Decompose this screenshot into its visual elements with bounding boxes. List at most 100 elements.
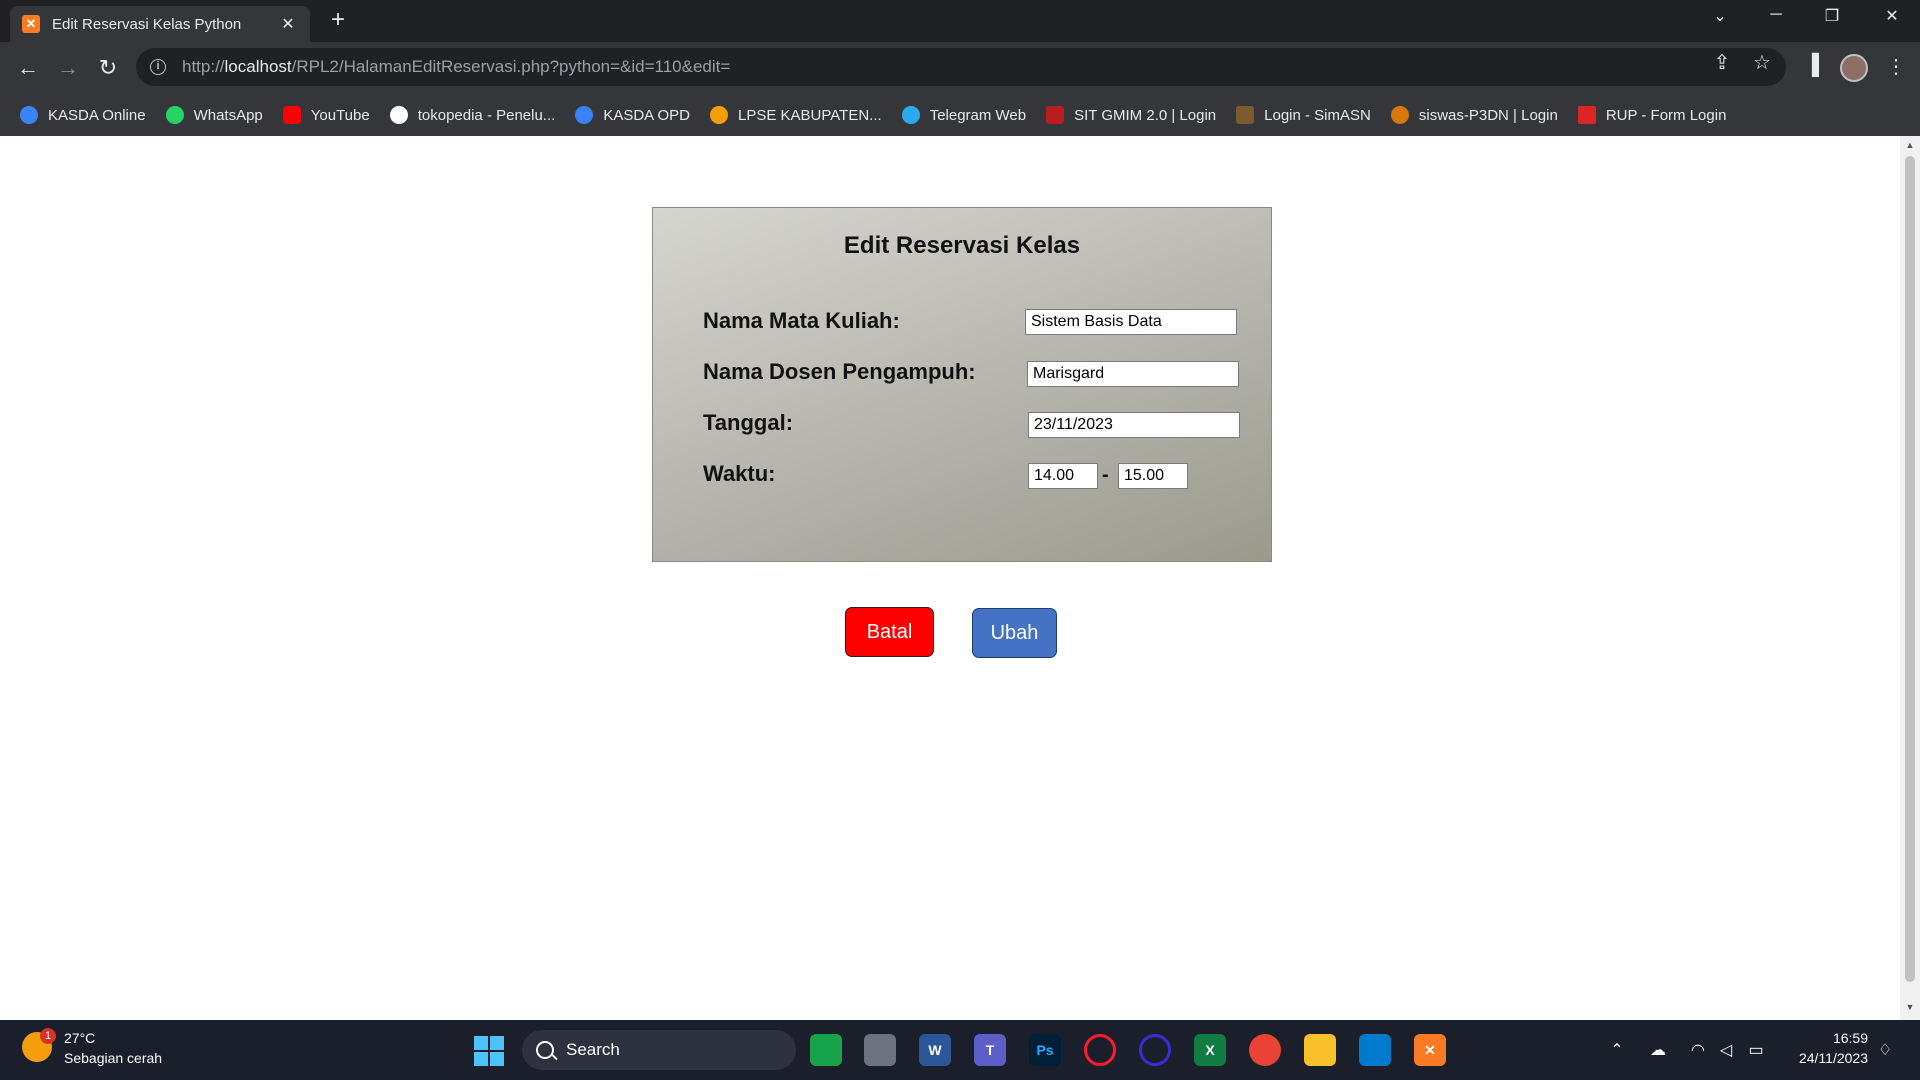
whatsapp-icon (165, 106, 184, 124)
tab-strip: ✕ Edit Reservasi Kelas Python ✕ + ⌄ ─ ❐ … (0, 0, 1920, 42)
weather-badge: 1 (40, 1028, 56, 1044)
bookmark-star-icon[interactable]: ☆ (1748, 50, 1776, 75)
kasda-icon (575, 106, 594, 124)
mata-kuliah-input[interactable] (1025, 309, 1237, 335)
dosen-label: Nama Dosen Pengampuh: (703, 359, 976, 384)
youtube-icon (282, 106, 301, 124)
vscode-icon[interactable] (1359, 1034, 1391, 1066)
close-window-icon[interactable]: ✕ (1872, 6, 1912, 26)
taskbar-search[interactable]: Search (522, 1030, 796, 1070)
page-scrollbar[interactable]: ▲ ▼ (1900, 136, 1920, 1020)
bookmark-lpse[interactable]: LPSE KABUPATEN... (710, 106, 882, 124)
share-icon[interactable]: ⇪ (1708, 50, 1736, 75)
back-icon[interactable]: ← (14, 54, 42, 82)
restore-icon[interactable]: ❐ (1812, 6, 1852, 26)
bookmark-tokopedia[interactable]: tokopedia - Penelu... (389, 106, 556, 124)
tanggal-input[interactable] (1028, 412, 1240, 438)
tray-chevron-icon[interactable]: ⌃ (1606, 1040, 1628, 1060)
bookmark-youtube[interactable]: YouTube (282, 106, 370, 124)
windows-taskbar: 1 27°C Sebagian cerah Search W T Ps X ✕ … (0, 1020, 1920, 1080)
bookmark-sit-gmim[interactable]: SIT GMIM 2.0 | Login (1046, 106, 1216, 124)
bookmark-label: KASDA OPD (603, 106, 691, 124)
telegram-icon (901, 106, 920, 124)
search-label: Search (566, 1040, 620, 1059)
bookmarks-bar: KASDA Online WhatsApp YouTube tokopedia … (0, 94, 1920, 136)
chrome-icon[interactable] (1249, 1034, 1281, 1066)
tab-title: Edit Reservasi Kelas Python (52, 15, 242, 33)
tab-search-icon[interactable]: ⌄ (1700, 6, 1740, 26)
clock-time[interactable]: 16:59 (1780, 1030, 1868, 1046)
minimize-icon[interactable]: ─ (1756, 6, 1796, 24)
bookmark-whatsapp[interactable]: WhatsApp (165, 106, 263, 124)
opera-icon[interactable] (1084, 1034, 1116, 1066)
waktu-start-input[interactable] (1028, 463, 1098, 489)
dosen-input[interactable] (1027, 361, 1239, 387)
waktu-separator: - (1102, 464, 1109, 486)
edit-reservation-form: Edit Reservasi Kelas Nama Mata Kuliah: N… (652, 207, 1272, 562)
scroll-thumb[interactable] (1905, 156, 1915, 982)
volume-icon[interactable]: ◁ (1715, 1040, 1737, 1060)
bookmark-label: KASDA Online (48, 106, 146, 124)
file-explorer-icon[interactable] (1304, 1034, 1336, 1066)
google-icon (389, 106, 408, 124)
simasn-icon (1236, 106, 1255, 124)
weather-temperature[interactable]: 27°C (64, 1030, 95, 1046)
notification-bell-icon[interactable]: ♢ (1874, 1040, 1896, 1060)
teams-icon[interactable]: T (974, 1034, 1006, 1066)
scroll-down-icon[interactable]: ▼ (1905, 1002, 1915, 1012)
task-view-icon[interactable] (864, 1034, 896, 1066)
menu-kebab-icon[interactable]: ⋮ (1882, 54, 1910, 82)
batal-button[interactable]: Batal (845, 607, 934, 657)
bookmark-label: LPSE KABUPATEN... (738, 106, 882, 124)
profile-avatar[interactable] (1840, 54, 1868, 82)
side-panel-icon[interactable]: ▐ (1798, 54, 1826, 82)
bookmark-rup[interactable]: RUP - Form Login (1577, 106, 1727, 124)
tab-close-icon[interactable]: ✕ (278, 14, 298, 34)
scroll-up-icon[interactable]: ▲ (1905, 140, 1915, 150)
bookmark-siswas[interactable]: siswas-P3DN | Login (1390, 106, 1558, 124)
bookmark-label: RUP - Form Login (1605, 106, 1727, 124)
weather-description[interactable]: Sebagian cerah (64, 1050, 162, 1066)
mata-kuliah-label: Nama Mata Kuliah: (703, 308, 900, 333)
site-info-icon[interactable]: i (150, 59, 166, 75)
bookmark-label: SIT GMIM 2.0 | Login (1074, 106, 1217, 124)
tab-active[interactable]: ✕ Edit Reservasi Kelas Python ✕ (10, 6, 310, 42)
forward-icon[interactable]: → (54, 54, 82, 82)
bookmark-kasda-opd[interactable]: KASDA OPD (575, 106, 690, 124)
clock-date[interactable]: 24/11/2023 (1780, 1050, 1868, 1066)
bookmark-label: Login - SimASN (1264, 106, 1371, 124)
url-path: /RPL2/HalamanEditReservasi.php?python=&i… (291, 57, 731, 76)
waktu-label: Waktu: (703, 461, 776, 486)
ubah-button[interactable]: Ubah (972, 608, 1057, 658)
bookmark-kasda-online[interactable]: KASDA Online (20, 106, 146, 124)
photoshop-icon[interactable]: Ps (1029, 1034, 1061, 1066)
opera-gx-icon[interactable] (1139, 1034, 1171, 1066)
search-icon (536, 1041, 554, 1059)
battery-icon[interactable]: ▭ (1745, 1040, 1767, 1060)
bookmark-label: tokopedia - Penelu... (417, 106, 556, 124)
xampp-icon[interactable]: ✕ (1414, 1034, 1446, 1066)
bookmark-label: YouTube (310, 106, 370, 124)
excel-icon[interactable]: X (1194, 1034, 1226, 1066)
word-icon[interactable]: W (919, 1034, 951, 1066)
browser-toolbar: ← → ↻ i http://localhost/RPL2/HalamanEdi… (0, 42, 1920, 94)
waktu-end-input[interactable] (1118, 463, 1188, 489)
rup-icon (1577, 106, 1596, 124)
tanggal-label: Tanggal: (703, 410, 794, 435)
onedrive-icon[interactable]: ☁ (1647, 1040, 1669, 1060)
bookmark-label: siswas-P3DN | Login (1418, 106, 1558, 124)
windows-start-icon[interactable] (474, 1036, 504, 1066)
url-text: http://localhost/RPL2/HalamanEditReserva… (182, 57, 730, 77)
url-prefix: http:// (182, 57, 225, 76)
xampp-icon: ✕ (22, 15, 40, 33)
siswas-icon (1390, 106, 1409, 124)
bookmark-telegram[interactable]: Telegram Web (901, 106, 1027, 124)
copilot-icon[interactable] (810, 1034, 842, 1066)
bookmark-simasn[interactable]: Login - SimASN (1236, 106, 1371, 124)
address-bar[interactable]: i http://localhost/RPL2/HalamanEditReser… (136, 48, 1786, 86)
reload-icon[interactable]: ↻ (94, 54, 122, 82)
kasda-icon (20, 106, 38, 124)
bookmark-label: Telegram Web (929, 106, 1027, 124)
new-tab-button[interactable]: + (326, 8, 350, 33)
wifi-icon[interactable]: ◠ (1687, 1040, 1709, 1060)
